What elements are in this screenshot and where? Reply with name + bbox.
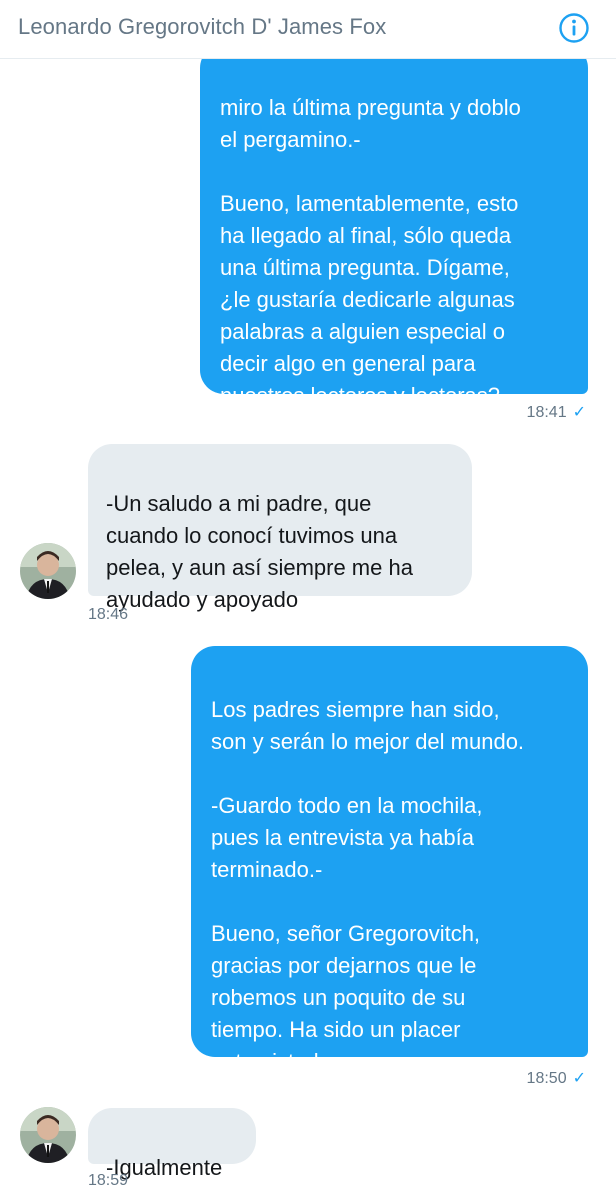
message-bubble-outgoing[interactable]: Los padres siempre han sido, son y serán…	[191, 646, 588, 1074]
read-check-icon: ✓	[572, 404, 586, 421]
message-bubble-outgoing[interactable]: miro la última pregunta y doblo el perga…	[200, 44, 588, 408]
message-bubble-incoming[interactable]: -Igualmente	[88, 1108, 256, 1180]
message-text: miro la última pregunta y doblo el perga…	[220, 95, 521, 408]
message-text: Los padres siempre han sido, son y serán…	[211, 697, 525, 1074]
info-icon[interactable]	[558, 12, 590, 44]
conversation-title: Leonardo Gregorovitch D' James Fox	[18, 14, 387, 39]
conversation-header: Leonardo Gregorovitch D' James Fox	[0, 0, 616, 59]
avatar[interactable]	[20, 543, 76, 599]
message-timestamp: 18:59	[88, 1172, 129, 1189]
message-timestamp: 18:46	[88, 606, 129, 623]
message-bubble-incoming[interactable]: -Un saludo a mi padre, que cuando lo con…	[88, 444, 472, 612]
message-timestamp: 18:50 ✓	[526, 1070, 586, 1087]
message-timestamp: 18:41 ✓	[526, 404, 586, 421]
read-check-icon: ✓	[572, 1070, 586, 1087]
message-text: -Un saludo a mi padre, que cuando lo con…	[106, 491, 413, 612]
message-thread: miro la última pregunta y doblo el perga…	[0, 0, 616, 1200]
avatar[interactable]	[20, 1107, 76, 1163]
